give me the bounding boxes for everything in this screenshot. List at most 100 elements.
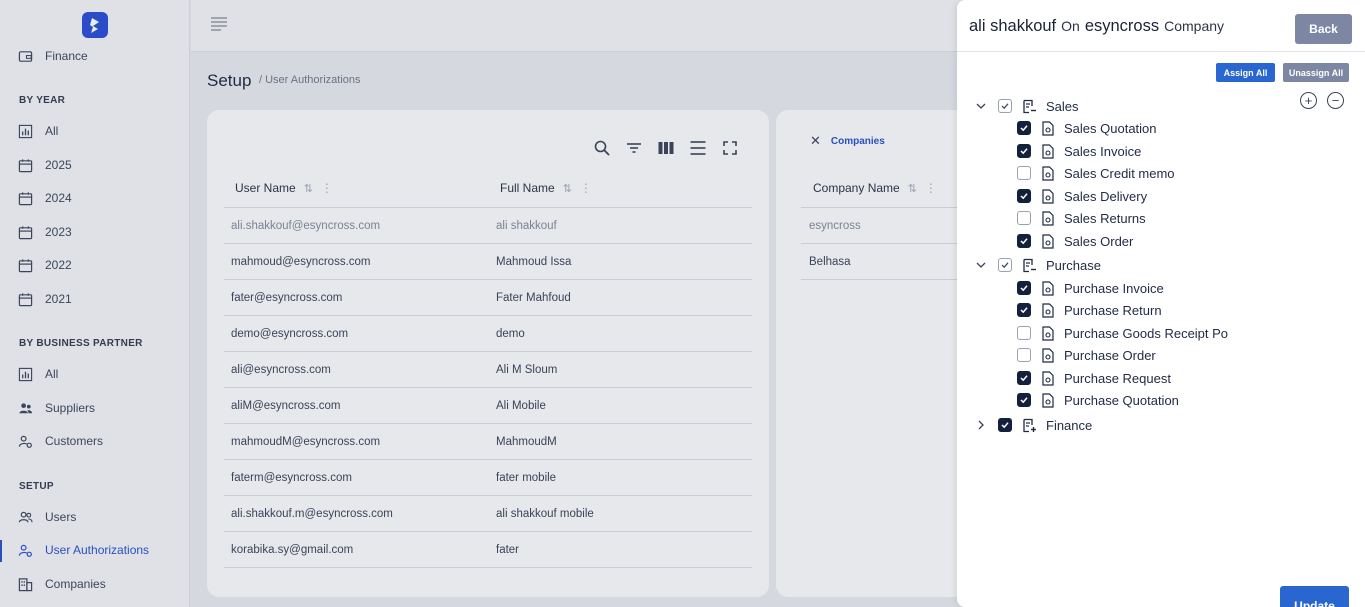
assign-all-button[interactable]: Assign All xyxy=(1216,63,1275,82)
hamburger-menu-icon[interactable] xyxy=(211,17,227,31)
tree-item-sales-returns[interactable]: Sales Returns xyxy=(1017,208,1146,228)
sidebar-item-suppliers[interactable]: Suppliers xyxy=(18,398,95,418)
back-button[interactable]: Back xyxy=(1295,14,1352,44)
tree-item-purchase-request[interactable]: Purchase Request xyxy=(1017,368,1171,388)
authorization-panel: ali shakkouf On esyncross Company Back A… xyxy=(957,0,1365,607)
collapse-all-icon[interactable]: − xyxy=(1327,92,1344,109)
panel-title: ali shakkouf On esyncross Company xyxy=(969,17,1229,36)
tree-item-sales-invoice[interactable]: Sales Invoice xyxy=(1017,141,1141,161)
sidebar-item-year-2022[interactable]: 2022 xyxy=(18,255,72,275)
item-checkbox[interactable] xyxy=(1017,211,1031,225)
update-button[interactable]: Update xyxy=(1280,586,1349,607)
tree-group-sales[interactable]: Sales xyxy=(975,96,1079,116)
sidebar-item-year-2021[interactable]: 2021 xyxy=(18,289,72,309)
chevron-right-icon[interactable] xyxy=(975,419,987,431)
sort-icon[interactable]: ⇅ xyxy=(304,182,313,195)
table-cell-company-name[interactable]: Belhasa xyxy=(809,256,851,268)
item-checkbox[interactable] xyxy=(1017,166,1031,180)
tree-group-purchase[interactable]: Purchase xyxy=(975,255,1101,275)
tree-item-purchase-return[interactable]: Purchase Return xyxy=(1017,300,1162,320)
table-cell-full-name[interactable]: ali shakkouf xyxy=(496,220,557,232)
companies-filter-chip[interactable]: ✕ Companies xyxy=(810,133,885,149)
group-checkbox[interactable] xyxy=(998,258,1012,272)
sidebar-item-year-2024[interactable]: 2024 xyxy=(18,188,72,208)
tree-item-sales-delivery[interactable]: Sales Delivery xyxy=(1017,186,1147,206)
row-divider xyxy=(224,279,752,280)
item-checkbox[interactable] xyxy=(1017,303,1031,317)
sidebar-item-year-2023[interactable]: 2023 xyxy=(18,222,72,242)
tree-item-purchase-goods-receipt-po[interactable]: Purchase Goods Receipt Po xyxy=(1017,323,1228,343)
row-divider xyxy=(224,495,752,496)
tree-item-sales-credit-memo[interactable]: Sales Credit memo xyxy=(1017,163,1175,183)
sidebar-item-user-authorizations[interactable]: User Authorizations xyxy=(18,540,149,560)
unassign-all-button[interactable]: Unassign All xyxy=(1283,63,1349,82)
app-logo[interactable] xyxy=(82,12,108,38)
table-cell-user-name[interactable]: demo@esyncross.com xyxy=(231,328,348,340)
table-cell-user-name[interactable]: mahmoud@esyncross.com xyxy=(231,256,371,268)
tree-item-purchase-invoice[interactable]: Purchase Invoice xyxy=(1017,278,1164,298)
table-cell-full-name[interactable]: demo xyxy=(496,328,525,340)
tree-item-sales-quotation[interactable]: Sales Quotation xyxy=(1017,118,1157,138)
close-icon[interactable]: ✕ xyxy=(810,133,821,149)
density-icon[interactable] xyxy=(689,139,707,157)
sidebar-item-users[interactable]: Users xyxy=(18,507,76,527)
item-checkbox[interactable] xyxy=(1017,326,1031,340)
sidebar-item-customers[interactable]: Customers xyxy=(18,431,103,451)
item-checkbox[interactable] xyxy=(1017,234,1031,248)
tree-item-purchase-order[interactable]: Purchase Order xyxy=(1017,345,1156,365)
columns-icon[interactable] xyxy=(657,139,675,157)
column-header-full-name[interactable]: Full Name ⇅ ⋮ xyxy=(500,181,592,195)
table-cell-user-name[interactable]: ali.shakkouf@esyncross.com xyxy=(231,220,380,232)
tree-group-finance[interactable]: Finance xyxy=(975,415,1092,435)
sort-icon[interactable]: ⇅ xyxy=(908,182,917,195)
sidebar-item-companies[interactable]: Companies xyxy=(18,574,106,594)
sidebar-item-bp-all[interactable]: All xyxy=(18,364,58,384)
chevron-down-icon[interactable] xyxy=(975,100,987,112)
table-cell-full-name[interactable]: Ali M Sloum xyxy=(496,364,557,376)
group-checkbox[interactable] xyxy=(998,99,1012,113)
table-cell-full-name[interactable]: Mahmoud Issa xyxy=(496,256,571,268)
column-header-user-name[interactable]: User Name ⇅ ⋮ xyxy=(235,181,333,195)
table-cell-full-name[interactable]: fater mobile xyxy=(496,472,556,484)
panel-company-suffix: Company xyxy=(1164,18,1225,34)
group-checkbox[interactable] xyxy=(998,418,1012,432)
filter-icon[interactable] xyxy=(625,139,643,157)
table-cell-user-name[interactable]: aliM@esyncross.com xyxy=(231,400,340,412)
sidebar-item-year-2025[interactable]: 2025 xyxy=(18,155,72,175)
table-cell-user-name[interactable]: faterm@esyncross.com xyxy=(231,472,352,484)
table-cell-full-name[interactable]: Ali Mobile xyxy=(496,400,546,412)
column-menu-icon[interactable]: ⋮ xyxy=(321,181,333,195)
sidebar-item-year-all[interactable]: All xyxy=(18,121,58,141)
table-cell-full-name[interactable]: MahmoudM xyxy=(496,436,557,448)
expand-all-icon[interactable]: + xyxy=(1300,92,1317,109)
wallet-icon xyxy=(18,49,33,64)
table-cell-company-name[interactable]: esyncross xyxy=(809,220,861,232)
search-icon[interactable] xyxy=(593,139,611,157)
table-cell-user-name[interactable]: mahmoudM@esyncross.com xyxy=(231,436,380,448)
table-cell-full-name[interactable]: ali shakkouf mobile xyxy=(496,508,594,520)
table-cell-full-name[interactable]: Fater Mahfoud xyxy=(496,292,571,304)
item-checkbox[interactable] xyxy=(1017,281,1031,295)
item-checkbox[interactable] xyxy=(1017,189,1031,203)
table-cell-user-name[interactable]: fater@esyncross.com xyxy=(231,292,342,304)
column-header-company-name[interactable]: Company Name ⇅ ⋮ xyxy=(813,181,937,195)
table-cell-user-name[interactable]: ali@esyncross.com xyxy=(231,364,331,376)
row-divider xyxy=(224,423,752,424)
item-checkbox[interactable] xyxy=(1017,371,1031,385)
tree-item-sales-order[interactable]: Sales Order xyxy=(1017,231,1133,251)
item-checkbox[interactable] xyxy=(1017,393,1031,407)
tree-item-purchase-quotation[interactable]: Purchase Quotation xyxy=(1017,390,1179,410)
column-menu-icon[interactable]: ⋮ xyxy=(580,181,592,195)
sidebar-item-finance[interactable]: Finance xyxy=(18,46,88,66)
item-checkbox[interactable] xyxy=(1017,144,1031,158)
chevron-down-icon[interactable] xyxy=(975,259,987,271)
table-cell-user-name[interactable]: ali.shakkouf.m@esyncross.com xyxy=(231,508,393,520)
table-cell-user-name[interactable]: korabika.sy@gmail.com xyxy=(231,544,353,556)
fullscreen-icon[interactable] xyxy=(721,139,739,157)
item-checkbox[interactable] xyxy=(1017,348,1031,362)
sort-icon[interactable]: ⇅ xyxy=(563,182,572,195)
table-cell-full-name[interactable]: fater xyxy=(496,544,519,556)
tree-item-label: Sales Delivery xyxy=(1064,188,1148,204)
item-checkbox[interactable] xyxy=(1017,121,1031,135)
column-menu-icon[interactable]: ⋮ xyxy=(925,181,937,195)
